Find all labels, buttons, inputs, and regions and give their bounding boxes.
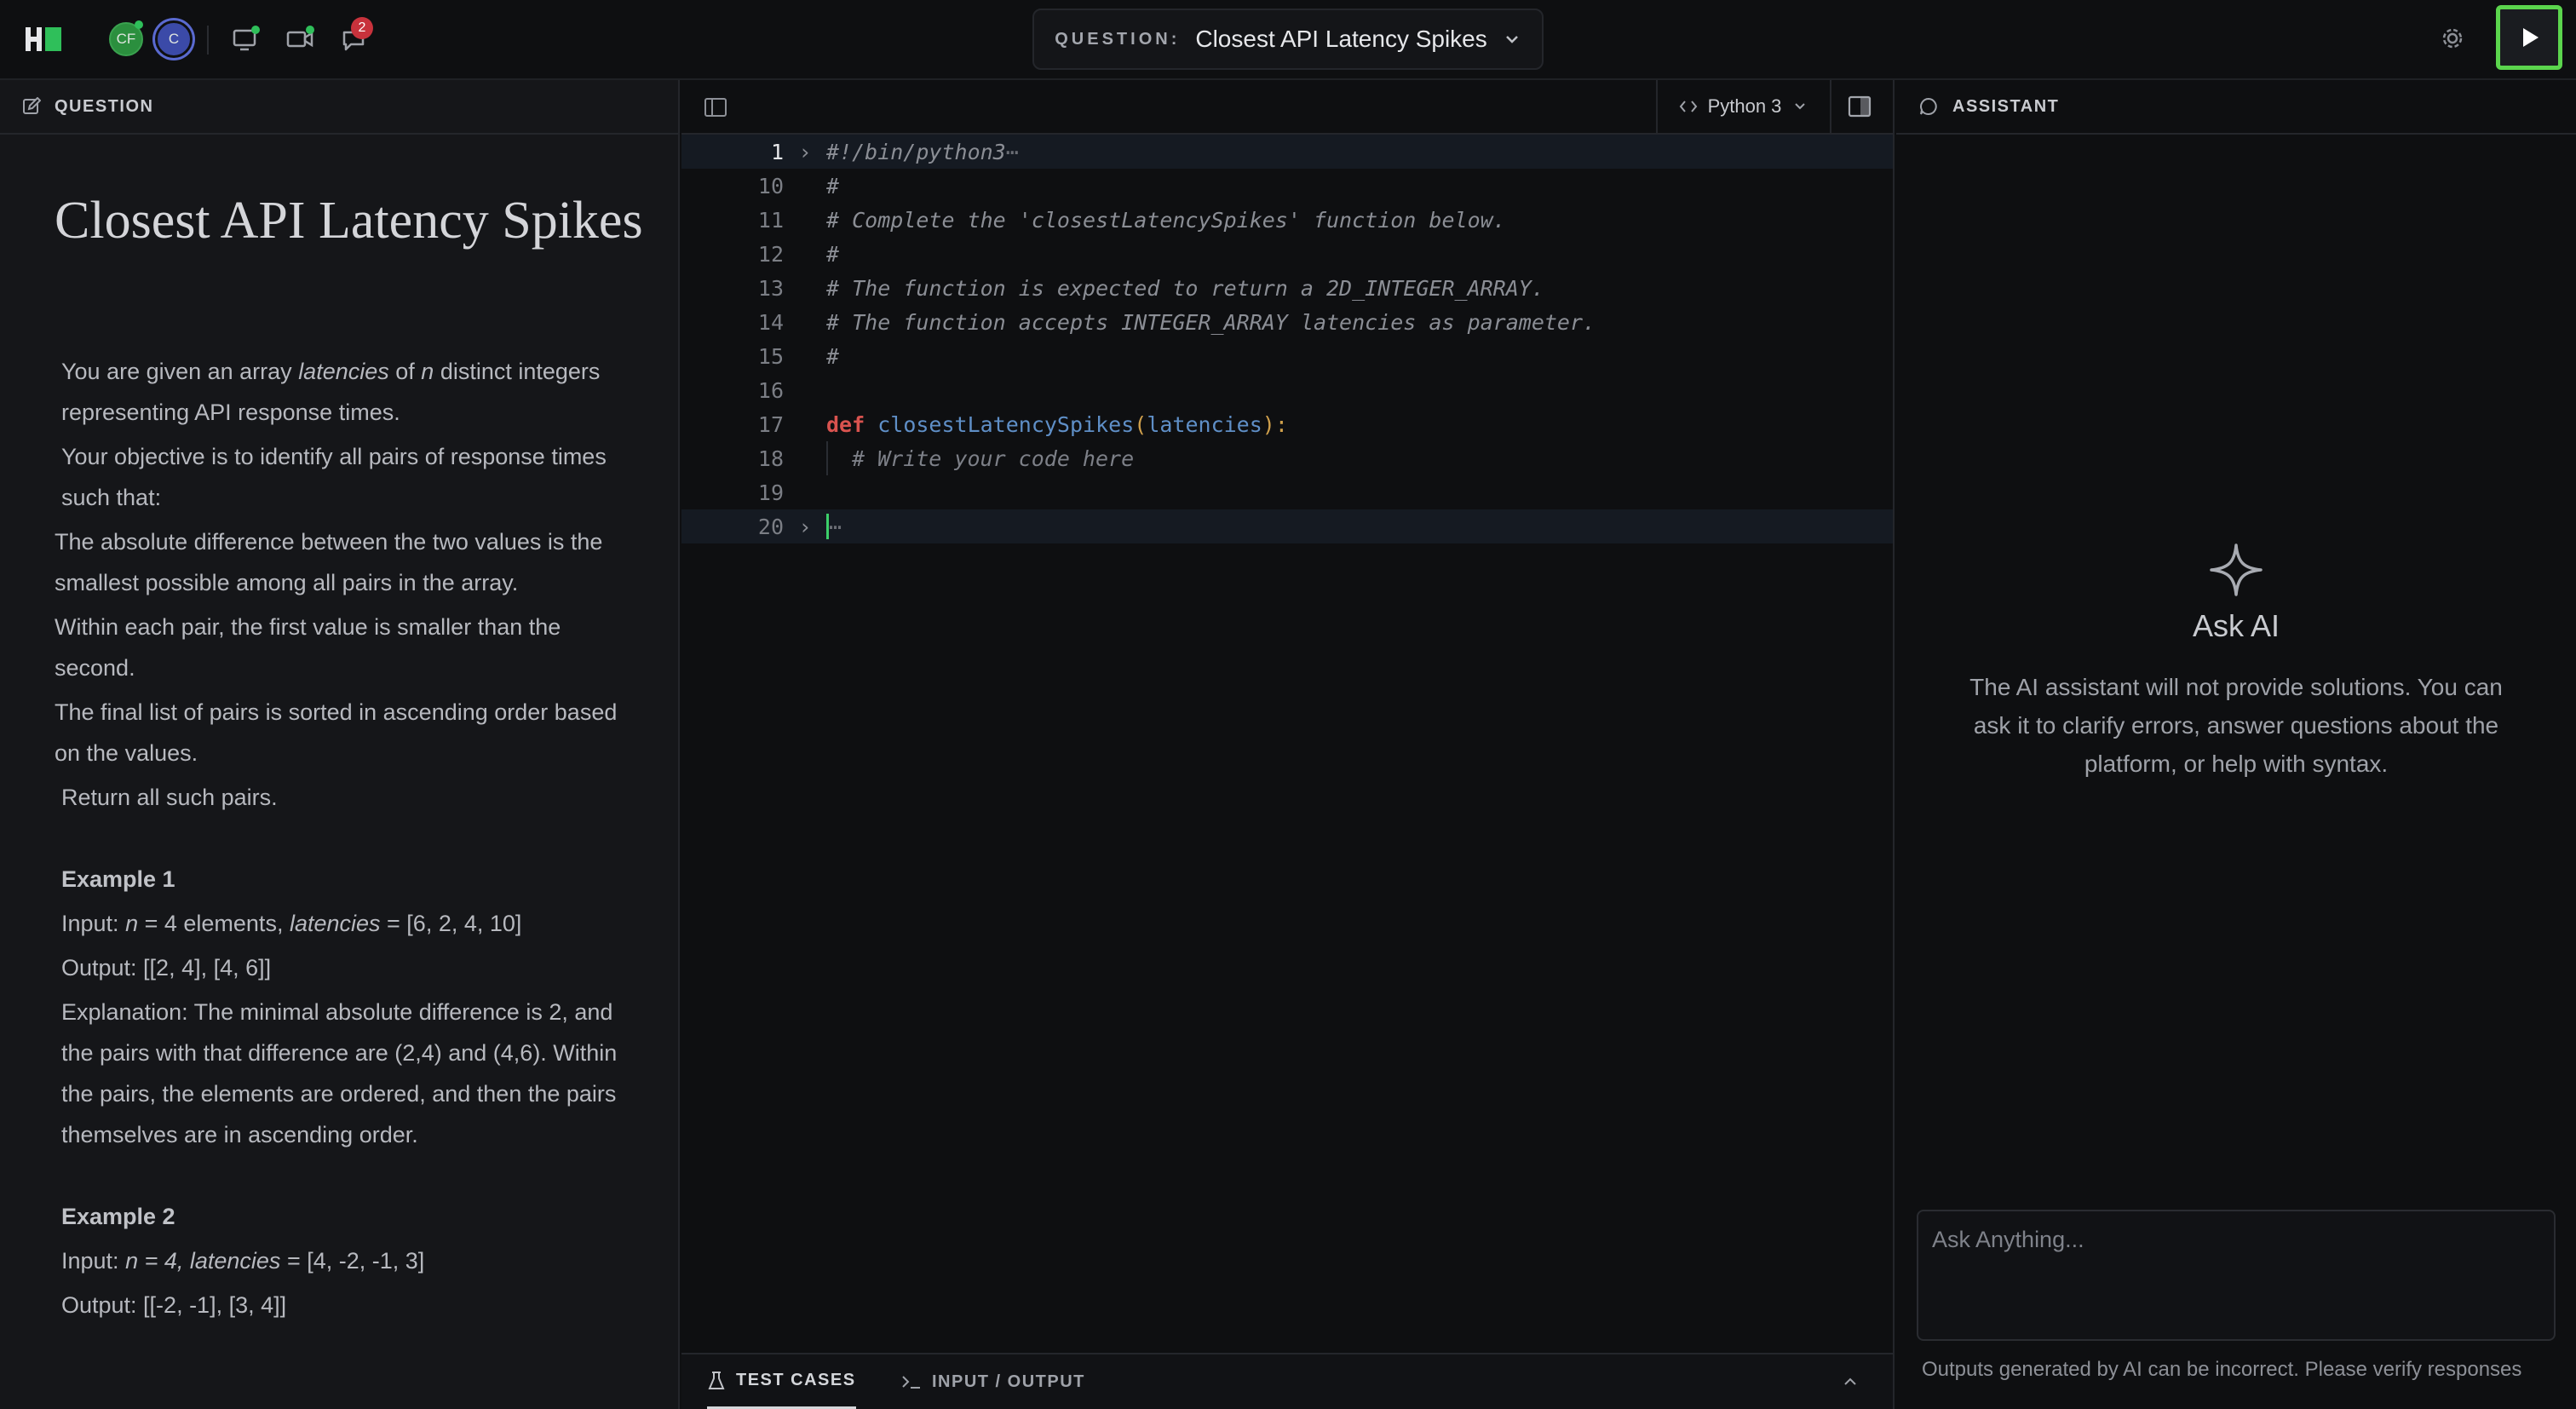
code-line[interactable]: 13 # The function is expected to return … (681, 271, 1893, 305)
example-input: Input: n = 4, latencies = [4, -2, -1, 3] (61, 1248, 425, 1274)
question-panel-header: QUESTION (0, 80, 678, 135)
example-input: Input: n = 4 elements, latencies = [6, 2… (61, 911, 522, 936)
toggle-panel-icon[interactable] (1847, 94, 1872, 119)
message-icon (1920, 97, 1937, 115)
language-label: Python 3 (1707, 95, 1782, 117)
desc-paragraph: You are given an array latencies of n di… (61, 359, 601, 425)
indent-guide (826, 441, 828, 475)
chevron-down-icon (1795, 103, 1806, 110)
gear-icon[interactable] (2438, 24, 2467, 53)
logo-icon (26, 27, 61, 51)
code-line[interactable]: 1 › #!/bin/python3 ⋯ (681, 135, 1893, 169)
edit-icon (23, 97, 41, 114)
fold-chevron-icon[interactable]: › (784, 140, 826, 164)
ask-ai-description: The AI assistant will not provide soluti… (1969, 674, 2503, 777)
example-heading: Example 1 (61, 866, 175, 892)
question-selector[interactable]: QUESTION: Closest API Latency Spikes (1032, 9, 1544, 70)
language-selector[interactable]: Python 3 (1656, 80, 1831, 133)
tab-test-cases[interactable]: TEST CASES (707, 1354, 856, 1409)
example-heading: Example 2 (61, 1204, 175, 1229)
question-selector-label: QUESTION: (1055, 29, 1181, 49)
example-output: Output: [[-2, -1], [3, 4]] (61, 1292, 287, 1318)
play-icon (2523, 28, 2539, 47)
flask-icon (708, 1371, 725, 1389)
chevron-down-icon (1505, 36, 1518, 43)
screen-share-icon[interactable] (230, 24, 261, 55)
desc-paragraph: Your objective is to identify all pairs … (61, 444, 607, 510)
question-panel: QUESTION Closest API Latency Spikes You … (0, 80, 680, 1409)
assistant-title: ASSISTANT (1952, 96, 2060, 116)
question-selector-title: Closest API Latency Spikes (1195, 26, 1487, 52)
code-line[interactable]: 15 # (681, 339, 1893, 373)
condition-item: The final list of pairs is sorted in asc… (55, 699, 618, 766)
run-button[interactable] (2496, 5, 2562, 70)
sparkle-icon (2210, 543, 2263, 596)
code-line[interactable]: 18 # Write your code here (681, 441, 1893, 475)
desc-paragraph: Return all such pairs. (61, 785, 278, 810)
code-icon (1679, 101, 1697, 112)
question-description: You are given an array latencies of n di… (55, 351, 642, 1329)
divider (207, 26, 209, 55)
fold-chevron-icon[interactable]: › (784, 515, 826, 539)
avatar-c[interactable]: C (155, 20, 193, 58)
chevron-up-icon[interactable] (1840, 1373, 1860, 1390)
code-line[interactable]: 10 # (681, 169, 1893, 203)
terminal-icon (902, 1376, 920, 1389)
example-explanation: Explanation: The minimal absolute differ… (61, 999, 618, 1147)
tab-input-output[interactable]: INPUT / OUTPUT (901, 1354, 1085, 1409)
code-line[interactable]: 11 # Complete the 'closestLatencySpikes'… (681, 203, 1893, 237)
question-title: Closest API Latency Spikes (55, 192, 643, 250)
video-camera-icon[interactable] (285, 24, 315, 55)
condition-item: The absolute difference between the two … (55, 529, 603, 595)
code-editor-panel: Python 3 1 › #!/bin/python3 ⋯ 10 # 11 # C… (681, 80, 1895, 1409)
ask-ai-title: Ask AI (2192, 608, 2280, 643)
editor-header: Python 3 (681, 80, 1893, 135)
code-line[interactable]: 14 # The function accepts INTEGER_ARRAY … (681, 305, 1893, 339)
notification-badge: 2 (351, 17, 373, 39)
top-bar: CF C 2 QUESTION: Closest API Latency Spi… (0, 0, 2576, 80)
online-indicator (135, 20, 143, 29)
question-panel-title: QUESTION (55, 96, 154, 116)
code-line[interactable]: 20 › ⋯ (681, 509, 1893, 543)
code-line[interactable]: 12 # (681, 237, 1893, 271)
code-line[interactable]: 16 (681, 373, 1893, 407)
example-output: Output: [[2, 4], [4, 6]] (61, 955, 272, 981)
code-line[interactable]: 17 def closestLatencySpikes(latencies): (681, 407, 1893, 441)
condition-item: Within each pair, the first value is sma… (55, 614, 561, 681)
assistant-panel: ASSISTANT Ask AI The AI assistant will n… (1896, 80, 2576, 1409)
ai-disclaimer: Outputs generated by AI can be incorrect… (1922, 1358, 2522, 1381)
code-line[interactable]: 19 (681, 475, 1893, 509)
editor-footer: TEST CASES INPUT / OUTPUT (681, 1353, 1893, 1409)
toggle-sidebar-icon[interactable] (704, 95, 727, 119)
assistant-header: ASSISTANT (1896, 80, 2576, 135)
ask-input[interactable] (1917, 1210, 2556, 1341)
